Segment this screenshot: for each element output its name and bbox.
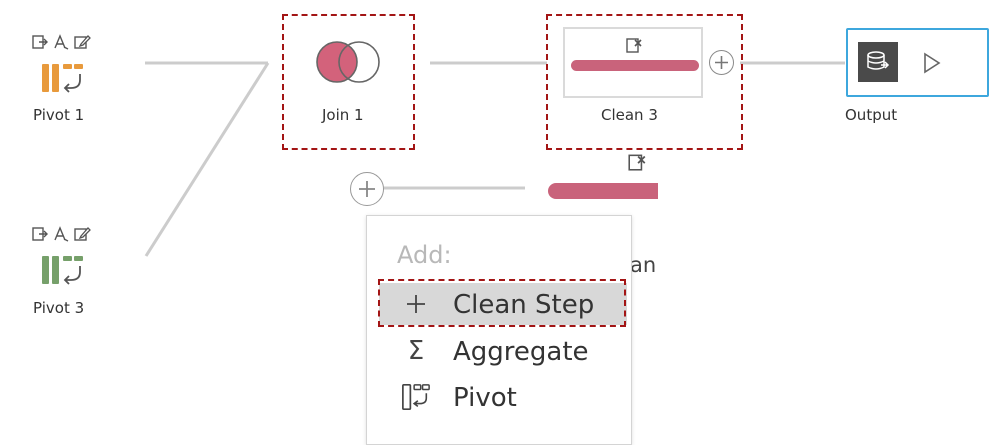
run-flow-icon[interactable] — [922, 52, 942, 74]
partial-step-label: an — [630, 253, 657, 277]
menu-header: Add: — [397, 241, 452, 269]
add-step-plus-icon[interactable] — [350, 172, 384, 206]
menu-item-pivot[interactable]: Pivot — [379, 376, 627, 418]
pivot1-icon[interactable] — [40, 62, 88, 94]
clean-step-icon — [628, 154, 646, 171]
menu-item-label: Pivot — [453, 383, 517, 413]
edit-icon[interactable] — [73, 225, 91, 243]
add-step-menu: Add: Clean Step Σ Aggregate Pivot — [366, 215, 632, 445]
pivot3-step-actions — [31, 225, 91, 243]
clean-step-highlight — [378, 279, 626, 327]
join1-label: Join 1 — [322, 106, 364, 124]
output-card[interactable] — [846, 28, 989, 97]
sigma-icon: Σ — [407, 336, 425, 366]
new-clean-bar — [548, 183, 658, 199]
clean3-card[interactable] — [563, 27, 703, 98]
edit-icon[interactable] — [73, 33, 91, 51]
menu-item-label: Aggregate — [453, 337, 589, 367]
text-format-icon[interactable] — [52, 33, 70, 51]
menu-item-aggregate[interactable]: Σ Aggregate — [379, 330, 627, 372]
pivot3-icon[interactable] — [40, 254, 88, 286]
output-database-icon — [858, 42, 898, 82]
clean-step-icon — [626, 38, 642, 53]
text-format-icon[interactable] — [52, 225, 70, 243]
pivot-icon — [401, 382, 431, 412]
add-step-plus-icon[interactable] — [709, 50, 734, 75]
field-rename-icon[interactable] — [31, 33, 49, 51]
clean3-bar — [571, 60, 699, 71]
field-rename-icon[interactable] — [31, 225, 49, 243]
join1-icon[interactable] — [313, 39, 385, 85]
pivot3-label: Pivot 3 — [33, 299, 85, 317]
pivot1-label: Pivot 1 — [33, 106, 85, 124]
output-label: Output — [845, 106, 898, 124]
clean3-label: Clean 3 — [601, 106, 658, 124]
pivot1-step-actions — [31, 33, 91, 51]
